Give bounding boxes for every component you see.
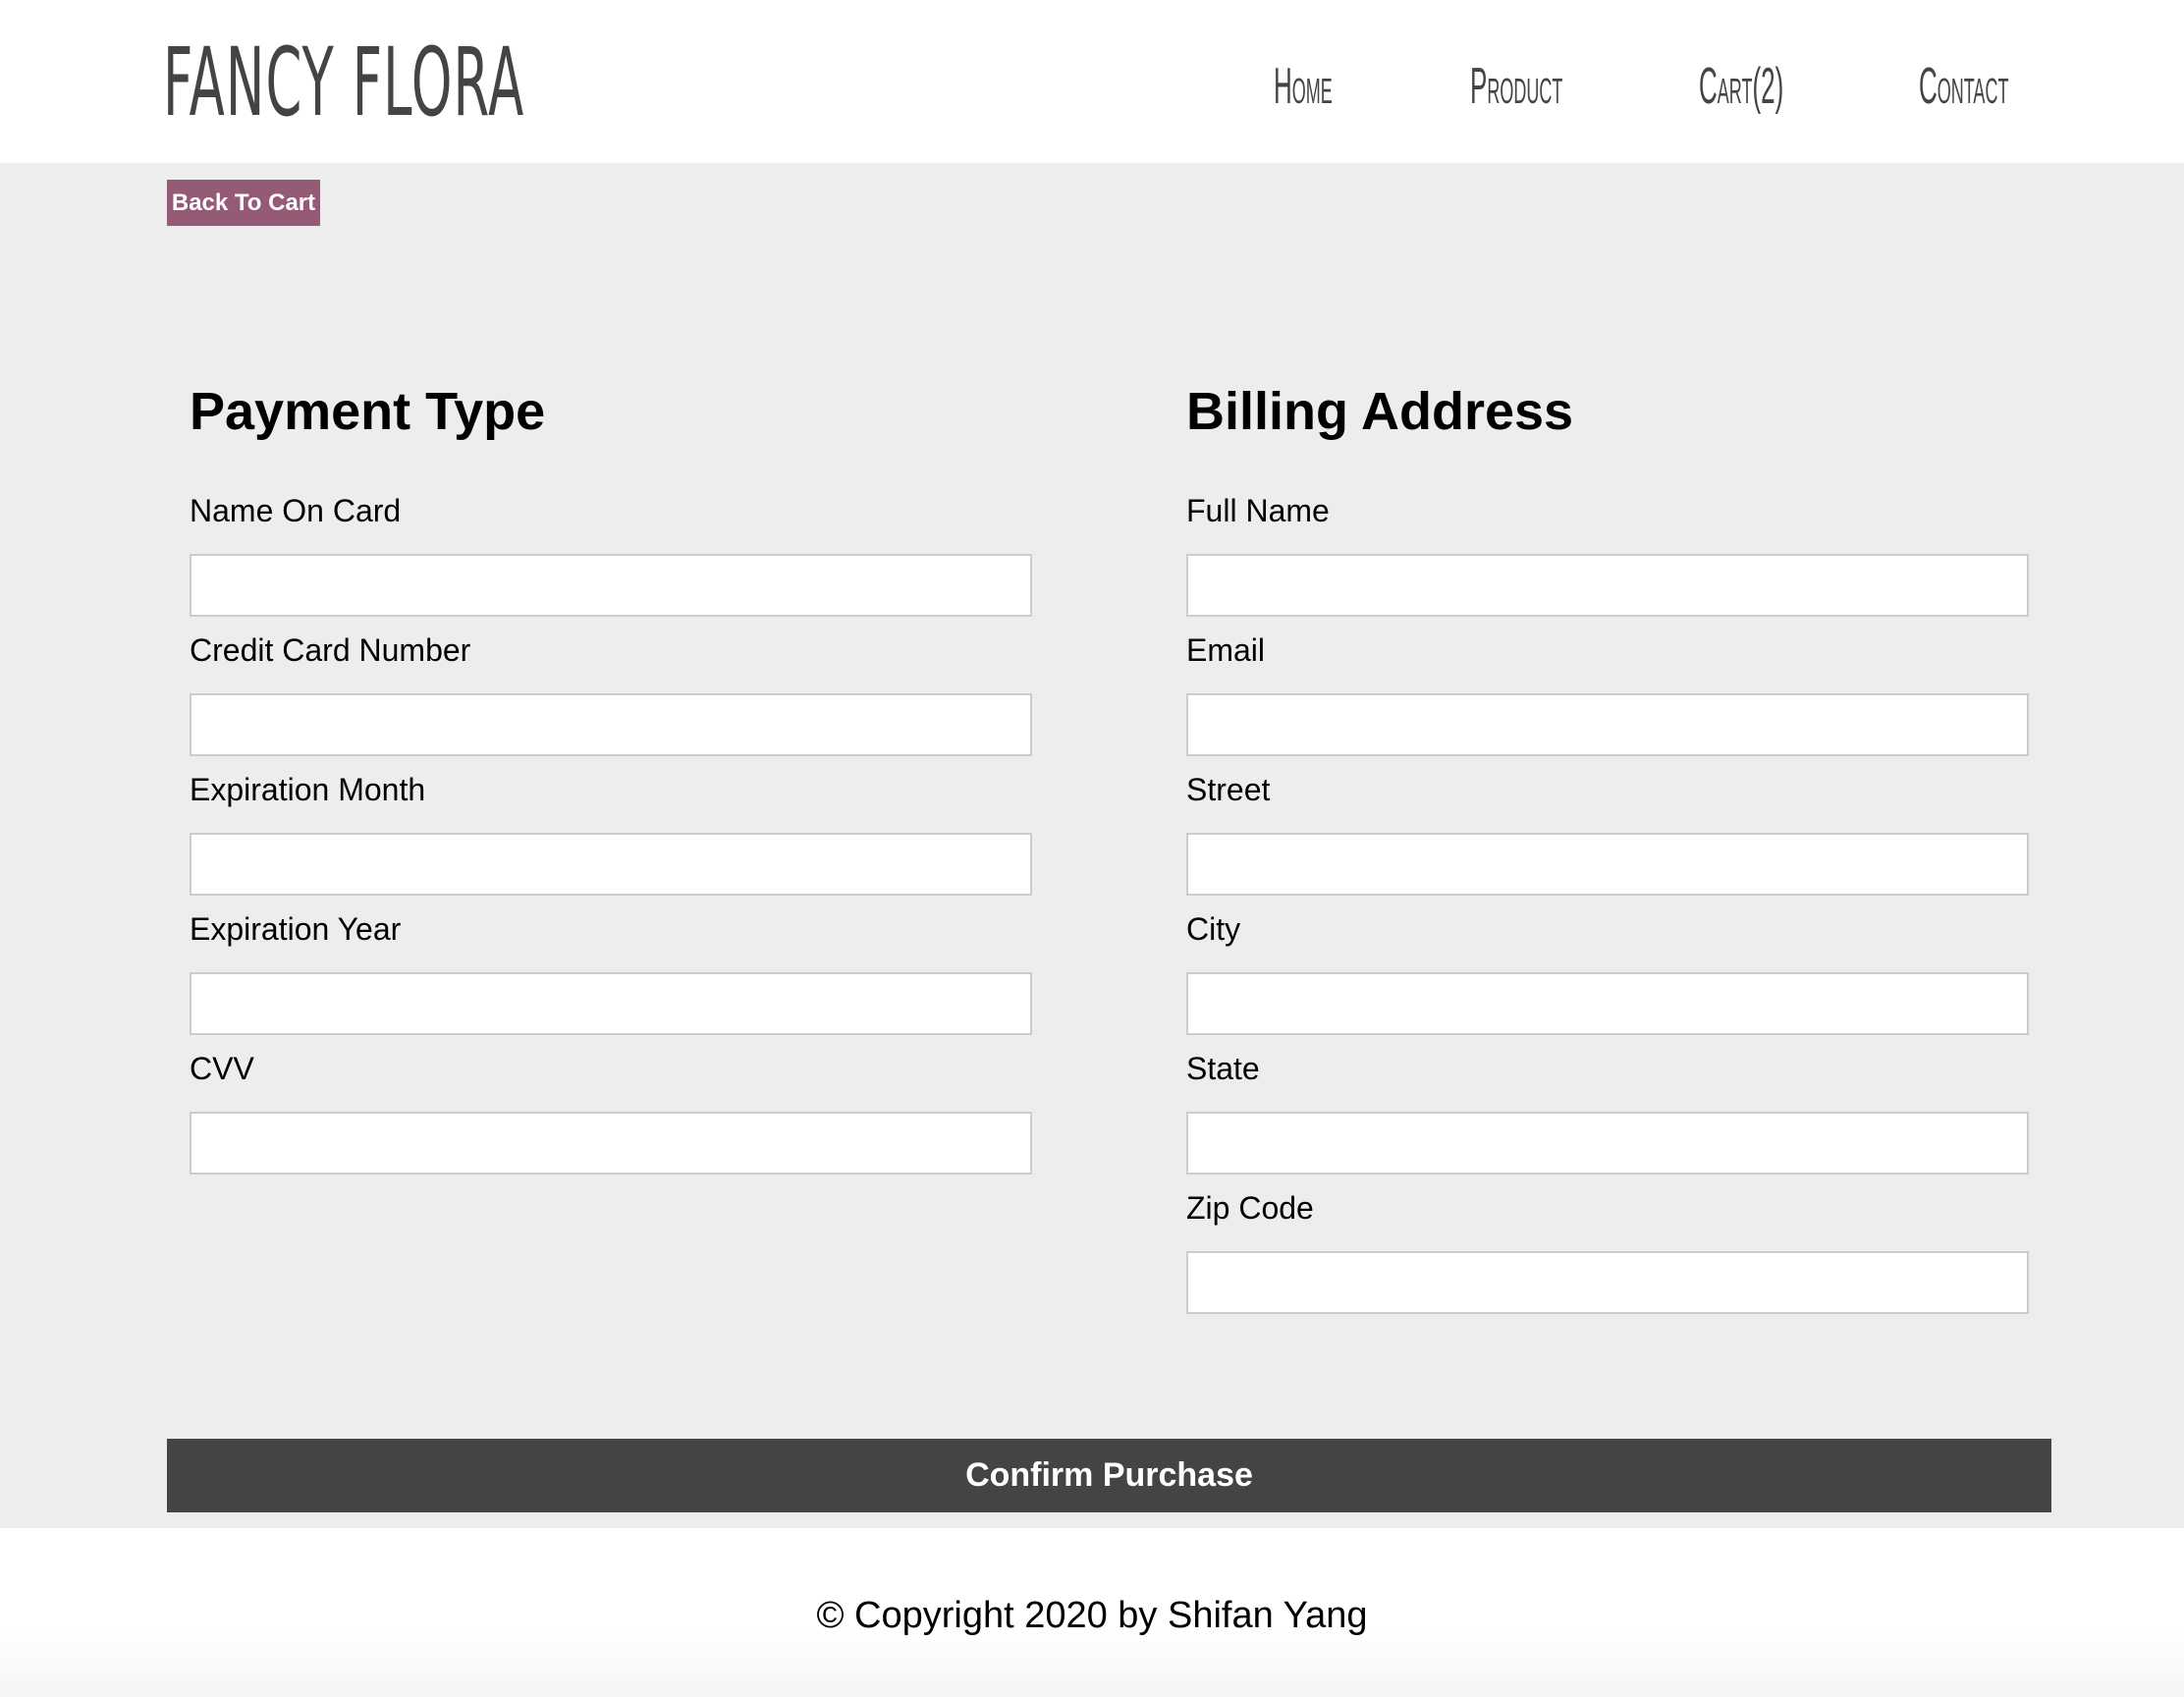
checkout-form: Back To Cart Payment Type Name On Card Cr…: [0, 163, 2184, 1528]
nav-cart[interactable]: Cart(2): [1699, 57, 1783, 116]
nav-product[interactable]: Product: [1470, 57, 1562, 116]
nav-home[interactable]: Home: [1274, 57, 1333, 116]
field-label: Full Name: [1186, 493, 1330, 528]
field-label: Credit Card Number: [190, 632, 471, 668]
field-label: Zip Code: [1186, 1190, 1314, 1226]
field-label: CVV: [190, 1051, 254, 1086]
field-label: Expiration Month: [190, 772, 426, 807]
field-label: Street: [1186, 772, 1271, 807]
logo[interactable]: FANCY FLORA: [163, 27, 524, 137]
field-label: Name On Card: [190, 493, 402, 528]
billing-title: Billing Address: [1186, 382, 1574, 441]
site-header: FANCY FLORA Home Product Cart(2) Contact: [0, 0, 2184, 163]
nav-contact[interactable]: Contact: [1919, 57, 2008, 116]
state-input[interactable]: [1186, 1112, 2029, 1175]
cvv-input[interactable]: [190, 1112, 1032, 1175]
email-input[interactable]: [1186, 693, 2029, 756]
city-input[interactable]: [1186, 972, 2029, 1035]
payment-title: Payment Type: [190, 382, 546, 441]
back-to-cart-button[interactable]: Back To Cart: [167, 180, 320, 226]
expiration-month-input[interactable]: [190, 833, 1032, 896]
field-label: Email: [1186, 632, 1266, 668]
name-on-card-input[interactable]: [190, 554, 1032, 617]
footer: © Copyright 2020 by Shifan Yang: [0, 1528, 2184, 1697]
field-label: Expiration Year: [190, 911, 402, 947]
confirm-purchase-button[interactable]: Confirm Purchase: [167, 1439, 2051, 1512]
expiration-year-input[interactable]: [190, 972, 1032, 1035]
credit-card-number-input[interactable]: [190, 693, 1032, 756]
field-label: City: [1186, 911, 1241, 947]
street-input[interactable]: [1186, 833, 2029, 896]
field-label: State: [1186, 1051, 1260, 1086]
full-name-input[interactable]: [1186, 554, 2029, 617]
copyright: © Copyright 2020 by Shifan Yang: [816, 1595, 1368, 1636]
zip-code-input[interactable]: [1186, 1251, 2029, 1314]
